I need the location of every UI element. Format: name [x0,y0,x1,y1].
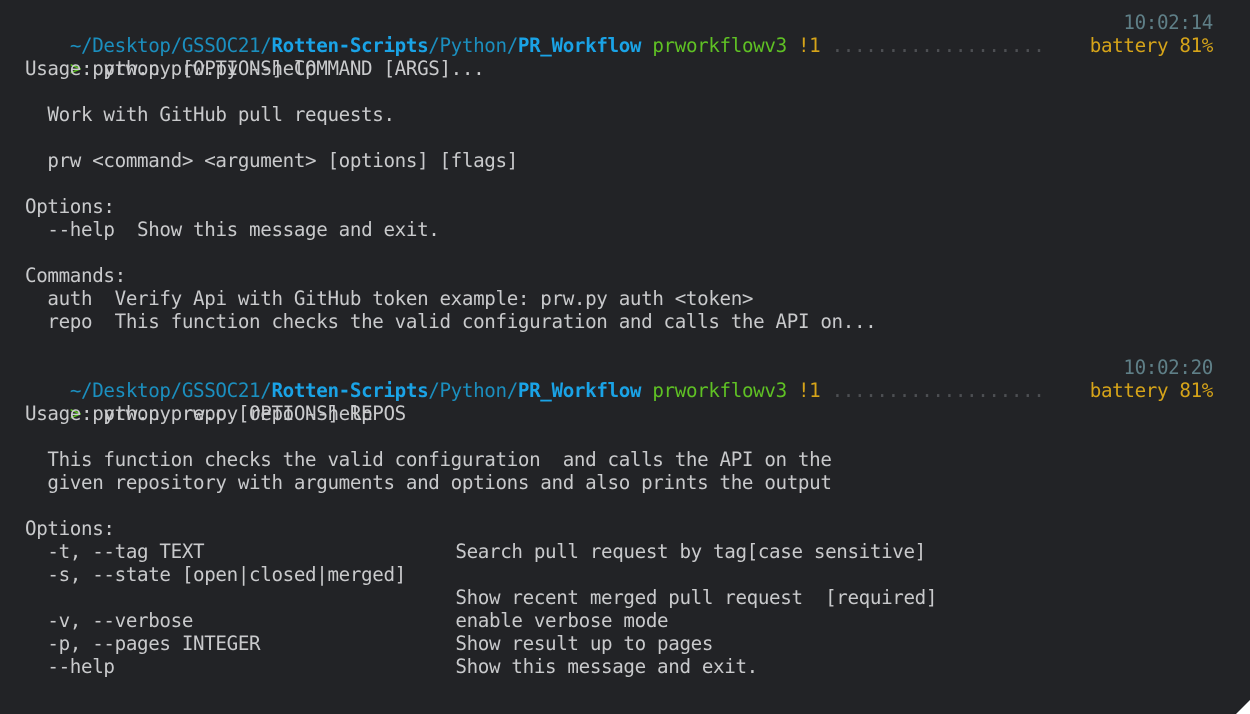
option-desc: Show this message and exit. [455,655,758,678]
option-row: -v, --verbose enable verbose mode [25,609,1215,632]
option-desc: Search pull request by tag[case sensitiv… [455,540,926,563]
prompt-time: 10:02:14 [1123,11,1213,34]
option-row: --help Show this message and exit. [25,218,1215,241]
options-header: Options: [25,195,115,218]
window-corner-decoration [1236,700,1250,714]
option-flag: --help [47,218,115,241]
prompt-line: ~/Desktop/GSSOC21/Rotten-Scripts/Python/… [25,356,1215,402]
battery-status: battery 81% [1089,379,1214,402]
usage-line: Usage: prw.py [OPTIONS] COMMAND [ARGS]..… [25,57,485,80]
option-flag: --help [47,655,115,678]
description-line: given repository with arguments and opti… [25,471,832,494]
command-desc: Verify Api with GitHub token example: pr… [114,287,754,310]
command-line: > python prw.py --help battery 81% [25,34,1215,80]
option-flag: -p, --pages INTEGER [47,632,261,655]
command-desc: This function checks the valid configura… [114,310,877,333]
option-row: -s, --state [open|closed|merged] [25,563,1215,586]
option-desc: enable verbose mode [455,609,669,632]
battery-status: battery 81% [1089,34,1214,57]
option-flag: -t, --tag TEXT [47,540,205,563]
prompt-time: 10:02:20 [1123,356,1213,379]
syntax-line: prw <command> <argument> [options] [flag… [25,149,518,172]
description-line: This function checks the valid configura… [25,448,832,471]
description-line: Work with GitHub pull requests. [25,103,395,126]
option-row: -t, --tag TEXT Search pull request by tag… [25,540,1215,563]
option-row: Show recent merged pull request [require… [25,586,1215,609]
command-row: repo This function checks the valid conf… [25,310,1215,333]
command-row: auth Verify Api with GitHub token exampl… [25,287,1215,310]
option-row: --help Show this message and exit. [25,655,1215,678]
option-desc: Show this message and exit. [137,218,440,241]
commands-header: Commands: [25,264,126,287]
command-line: > python prw.py repo --help battery 81% [25,379,1215,425]
option-desc: Show recent merged pull request [require… [455,586,938,609]
terminal[interactable]: ~/Desktop/GSSOC21/Rotten-Scripts/Python/… [25,11,1215,678]
options-header: Options: [25,517,115,540]
usage-line: Usage: prw.py repo [OPTIONS] REPOS [25,402,406,425]
option-desc: Show result up to pages [455,632,714,655]
option-flag: -s, --state [open|closed|merged] [47,563,406,586]
option-flag: -v, --verbose [47,609,194,632]
prompt-line: ~/Desktop/GSSOC21/Rotten-Scripts/Python/… [25,11,1215,57]
option-row: -p, --pages INTEGER Show result up to pag… [25,632,1215,655]
command-name: auth [47,287,93,310]
command-name: repo [47,310,93,333]
